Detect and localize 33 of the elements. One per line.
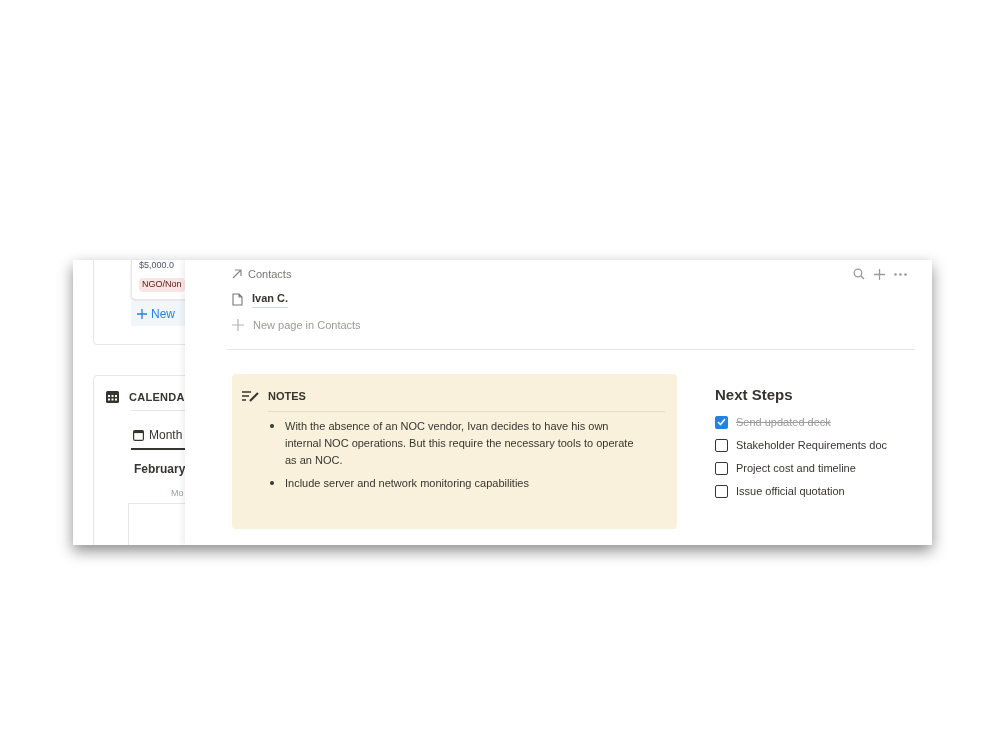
new-button[interactable]: New [131,302,185,326]
note-text: Include server and network monitoring capabilities [285,475,529,491]
weekday-label: Mo [171,487,184,500]
arrow-icon [232,269,242,279]
section-title[interactable]: Contacts [248,265,292,283]
add-icon[interactable] [874,268,885,280]
todo-text: Send updated deck [736,414,831,430]
add-icon [137,309,147,319]
tag: NGO/Non [139,278,185,292]
todo-text: Project cost and timeline [736,460,856,476]
new-page-link[interactable]: New page in Contacts [253,316,361,334]
todo-text: Stakeholder Requirements doc [736,437,888,453]
page-link[interactable]: Ivan C. [252,290,289,308]
notes-title: NOTES [268,389,306,404]
add-icon [232,319,244,331]
checkbox[interactable] [715,415,728,429]
todo-text: Issue official quotation [736,483,845,499]
search-icon[interactable] [853,268,865,280]
notes-icon [242,390,260,403]
more-icon[interactable] [894,272,907,276]
calendar-icon [106,390,119,403]
bullet-icon [270,423,274,428]
checkbox[interactable] [715,484,728,498]
checkbox[interactable] [715,438,728,452]
note-text: With the absence of an NOC vendor, Ivan decides to have his own internal NOC operations. But this require the necessary tools to operate as an NOC. [285,418,635,468]
calendar-title: CALENDA [129,390,185,405]
calendar-icon [133,429,144,441]
checkbox[interactable] [715,461,728,475]
page-icon [232,292,243,306]
amount-text: $5,000.0 [139,260,175,271]
next-steps-title: Next Steps [715,385,794,405]
bullet-icon [270,480,274,485]
month-label: February [134,461,185,478]
